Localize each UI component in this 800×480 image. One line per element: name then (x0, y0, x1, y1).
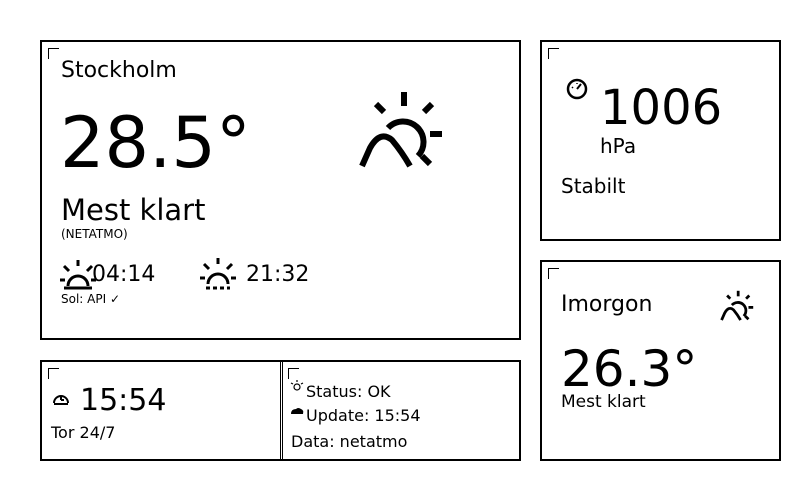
partly-sunny-icon (359, 92, 442, 168)
pressure-value: 1006 (600, 80, 723, 136)
sun-source-label: Sol: API ✓ (61, 292, 121, 306)
panel-corner-marker (48, 48, 59, 59)
gauge-icon (566, 78, 588, 100)
sun-status-icon (290, 380, 304, 391)
weather-condition: Mest klart (61, 193, 206, 227)
partly-sunny-icon (720, 290, 754, 321)
cloud-icon (291, 408, 304, 414)
pressure-unit: hPa (600, 134, 637, 158)
sunset-icon (200, 258, 236, 290)
current-temperature: 28.5° (60, 102, 251, 184)
panel-corner-marker (288, 368, 299, 379)
forecast-condition: Mest klart (561, 392, 646, 412)
panel-corner-marker (548, 268, 559, 279)
panel-divider (280, 362, 283, 459)
forecast-temperature: 26.3° (561, 340, 698, 398)
sunset-time: 21:32 (246, 262, 310, 287)
clock-time: 15:54 (80, 383, 167, 418)
sunrise-time: 04:14 (92, 262, 156, 287)
clock-status-panel: 15:54 Tor 24/7 Status: OK Update: 15:54 … (40, 360, 521, 461)
pressure-panel: 1006 hPa Stabilt (540, 40, 781, 241)
status-text: Status: OK (306, 382, 391, 401)
panel-corner-marker (548, 48, 559, 59)
sunrise-icon (60, 260, 96, 290)
data-source-text: Data: netatmo (291, 432, 408, 451)
panel-corner-marker (48, 368, 59, 379)
current-weather-panel: Stockholm 28.5° Mest klart (NETATMO) 04:… (40, 40, 521, 340)
pressure-trend: Stabilt (561, 174, 626, 198)
clock-date: Tor 24/7 (51, 423, 116, 442)
clock-icon (53, 395, 69, 405)
tomorrow-forecast-panel: Imorgon 26.3° Mest klart (540, 260, 781, 461)
forecast-day-label: Imorgon (561, 292, 653, 317)
city-name: Stockholm (61, 58, 177, 83)
data-source-label: (NETATMO) (61, 227, 128, 241)
update-text: Update: 15:54 (306, 406, 421, 425)
